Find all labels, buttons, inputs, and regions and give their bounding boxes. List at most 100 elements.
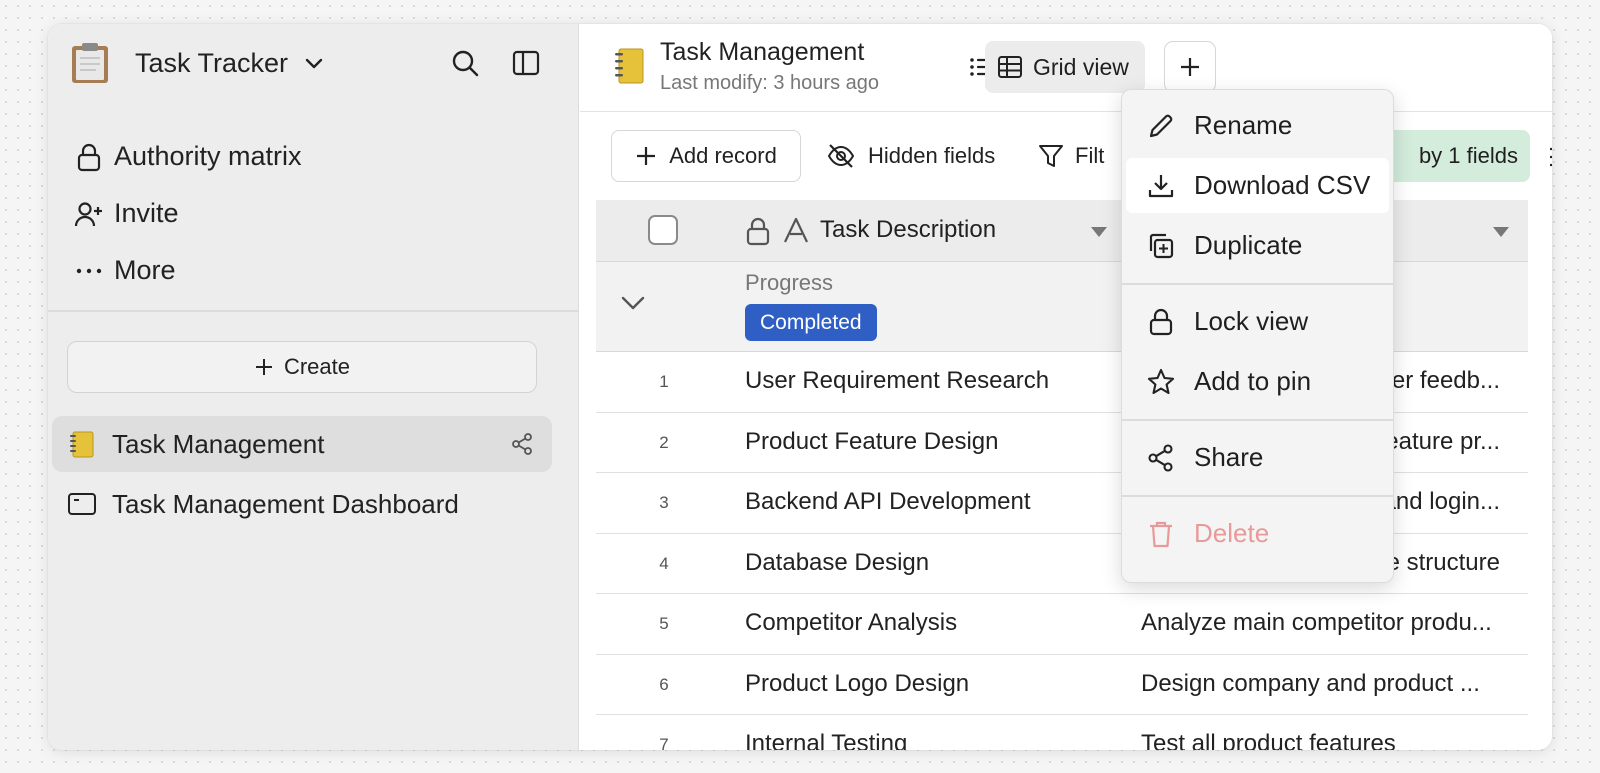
- caret-down-icon[interactable]: [1492, 226, 1510, 238]
- sidebar-item-task-management[interactable]: Task Management: [52, 416, 552, 472]
- cell-task-description[interactable]: e structure: [1387, 549, 1500, 577]
- menu-item-duplicate[interactable]: Duplicate: [1126, 218, 1389, 273]
- page-title: Task Management: [660, 38, 865, 66]
- chevron-down-icon[interactable]: [620, 294, 646, 312]
- sidebar-item-authority-matrix[interactable]: Authority matrix: [72, 128, 552, 185]
- cell-task-description[interactable]: Design company and product ...: [1141, 670, 1521, 698]
- sidebar-toggle-icon[interactable]: [511, 48, 541, 78]
- sidebar-item-label: More: [114, 255, 176, 285]
- lock-icon: [1146, 307, 1194, 337]
- menu-item-download-csv[interactable]: Download CSV: [1126, 158, 1389, 213]
- add-view-button[interactable]: [1164, 41, 1216, 93]
- cell-task-name[interactable]: Product Logo Design: [745, 670, 969, 698]
- chevron-down-icon[interactable]: [303, 52, 325, 74]
- menu-divider: [1122, 495, 1393, 497]
- table-row[interactable]: 7 Internal Testing Test all product feat…: [596, 715, 1528, 750]
- cell-task-description[interactable]: ser feedb...: [1380, 367, 1500, 395]
- user-plus-icon: [72, 199, 106, 229]
- menu-item-label: Duplicate: [1194, 230, 1303, 260]
- menu-item-label: Rename: [1194, 110, 1293, 140]
- lock-icon: [744, 216, 772, 246]
- app-window: Task Tracker Authority matrix Invite Mor…: [48, 24, 1552, 750]
- column-header-task-description[interactable]: Task Description: [820, 216, 996, 244]
- table-list: Task Management Task Management Dashboar…: [52, 416, 552, 536]
- view-context-menu: Rename Download CSV Duplicate Lock view: [1121, 89, 1394, 583]
- table-row[interactable]: 6 Product Logo Design Design company and…: [596, 654, 1528, 715]
- share-icon: [1146, 443, 1194, 473]
- menu-item-rename[interactable]: Rename: [1126, 98, 1389, 153]
- pencil-icon: [1146, 111, 1194, 141]
- menu-item-label: Delete: [1194, 518, 1270, 548]
- status-badge: Completed: [745, 304, 877, 341]
- plus-icon: [254, 357, 284, 377]
- share-icon[interactable]: [510, 432, 534, 456]
- dashboard-icon: [66, 491, 98, 517]
- cell-task-description[interactable]: and login...: [1383, 488, 1500, 516]
- menu-item-share[interactable]: Share: [1126, 430, 1389, 485]
- add-record-label: Add record: [669, 143, 777, 168]
- sidebar-item-label: Invite: [114, 198, 179, 228]
- cell-task-name[interactable]: User Requirement Research: [745, 367, 1049, 395]
- sidebar-item-more[interactable]: More: [72, 242, 552, 299]
- plus-icon: [635, 145, 669, 167]
- filter-label: Filt: [1075, 143, 1105, 168]
- table-row[interactable]: 5 Competitor Analysis Analyze main compe…: [596, 594, 1528, 655]
- star-icon: [1146, 367, 1194, 397]
- main-area: Task Management Last modify: 3 hours ago…: [580, 24, 1552, 750]
- menu-item-delete[interactable]: Delete: [1126, 506, 1389, 561]
- sidebar-nav: Authority matrix Invite More: [72, 128, 552, 299]
- cell-task-description[interactable]: Test all product features: [1141, 730, 1521, 750]
- row-number: 4: [659, 553, 669, 573]
- menu-item-lock-view[interactable]: Lock view: [1126, 294, 1389, 349]
- notebook-icon: [612, 46, 646, 86]
- lock-icon: [72, 142, 106, 172]
- table-grid-icon: [997, 54, 1033, 80]
- cell-task-description[interactable]: feature pr...: [1379, 428, 1500, 456]
- table-item-label: Task Management Dashboard: [112, 488, 459, 519]
- menu-item-label: Lock view: [1194, 306, 1309, 336]
- search-icon[interactable]: [450, 48, 480, 78]
- tab-label: Grid view: [1033, 53, 1129, 80]
- add-record-button[interactable]: Add record: [611, 130, 801, 182]
- hidden-fields-button[interactable]: Hidden fields: [826, 142, 995, 170]
- row-number: 6: [659, 674, 669, 694]
- cell-task-description[interactable]: Analyze main competitor produ...: [1141, 609, 1521, 637]
- cell-task-name[interactable]: Competitor Analysis: [745, 609, 957, 637]
- plus-icon: [1178, 55, 1202, 79]
- filter-button[interactable]: Filt: [1037, 142, 1104, 170]
- more-dots-icon: [72, 256, 106, 286]
- filter-icon: [1037, 142, 1075, 170]
- menu-divider: [1122, 419, 1393, 421]
- menu-item-label: Share: [1194, 442, 1264, 472]
- sidebar-item-task-management-dashboard[interactable]: Task Management Dashboard: [52, 476, 552, 532]
- table-item-label: Task Management: [112, 428, 325, 459]
- eye-off-icon: [826, 142, 868, 170]
- group-by-label: by 1 fields: [1418, 143, 1518, 168]
- create-button[interactable]: Create: [67, 341, 537, 393]
- row-number: 3: [659, 493, 669, 512]
- menu-item-label: Download CSV: [1194, 170, 1371, 200]
- download-icon: [1146, 171, 1194, 201]
- sidebar-item-invite[interactable]: Invite: [72, 185, 552, 242]
- toolbar: Add record Hidden fields Filt by 1 field…: [580, 130, 1552, 184]
- clipboard-icon: [68, 41, 112, 85]
- sort-icon[interactable]: [1548, 144, 1552, 170]
- cell-task-name[interactable]: Backend API Development: [745, 488, 1031, 516]
- menu-item-label: Add to pin: [1194, 366, 1312, 396]
- row-number: 7: [659, 735, 669, 750]
- menu-divider: [1122, 283, 1393, 285]
- text-field-icon: [782, 216, 810, 244]
- notebook-icon: [66, 429, 98, 459]
- cell-task-name[interactable]: Product Feature Design: [745, 428, 998, 456]
- hidden-fields-label: Hidden fields: [868, 143, 996, 168]
- caret-down-icon[interactable]: [1090, 226, 1108, 238]
- last-modified: Last modify: 3 hours ago: [660, 72, 880, 94]
- select-all-checkbox[interactable]: [648, 215, 678, 245]
- row-number: 2: [659, 432, 669, 452]
- sidebar-item-label: Authority matrix: [114, 141, 302, 171]
- menu-item-add-to-pin[interactable]: Add to pin: [1126, 354, 1389, 409]
- app-title[interactable]: Task Tracker: [135, 48, 288, 79]
- tab-grid-view[interactable]: Grid view: [985, 41, 1145, 93]
- cell-task-name[interactable]: Internal Testing: [745, 730, 907, 750]
- cell-task-name[interactable]: Database Design: [745, 549, 929, 577]
